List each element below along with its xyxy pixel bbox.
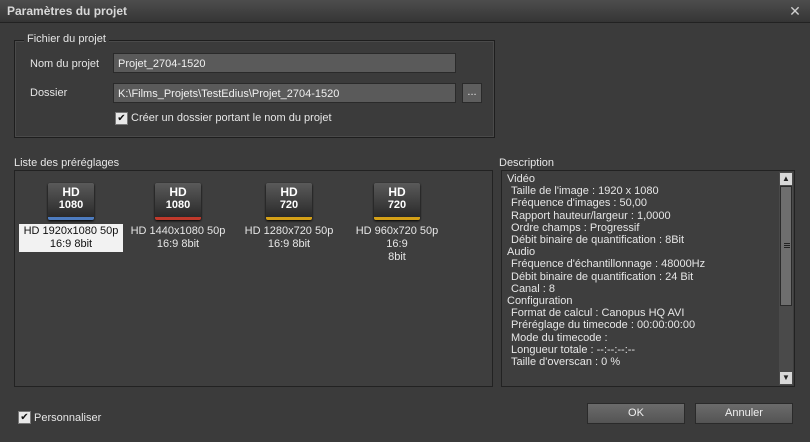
description-line: Taille de l'image : 1920 x 1080 xyxy=(511,185,659,198)
description-line: Mode du timecode : xyxy=(511,331,608,344)
cancel-button[interactable]: Annuler xyxy=(695,403,793,424)
preset-line1: HD 1280x720 50p xyxy=(244,225,334,237)
title-bar: Paramètres du projet ✕ xyxy=(0,0,810,23)
description-line: Fréquence d'images : 50,00 xyxy=(511,197,648,210)
description-line: Fréquence d'échantillonnage : 48000Hz xyxy=(511,258,706,271)
preset-line2: 16:9 8bit xyxy=(267,238,311,250)
badge-top: HD xyxy=(280,185,298,199)
project-file-legend: Fichier du projet xyxy=(24,33,109,45)
create-folder-checkbox[interactable]: ✔ xyxy=(115,112,128,125)
hd-badge-icon: HD 1080 xyxy=(155,183,201,220)
browse-button[interactable]: ... xyxy=(462,83,482,103)
description-line: Canal : 8 xyxy=(511,282,556,295)
badge-bottom: 1080 xyxy=(165,199,191,211)
preset-item[interactable]: HD 720 HD 960x720 50p 16:9 8bit xyxy=(343,183,451,265)
description-line: Configuration xyxy=(507,295,573,308)
description-line: Préréglage du timecode : 00:00:00:00 xyxy=(511,319,696,332)
hd-badge-icon: HD 720 xyxy=(266,183,312,220)
ok-button[interactable]: OK xyxy=(587,403,685,424)
description-line: Taille d'overscan : 0 % xyxy=(511,356,621,369)
description-text: Vidéo Taille de l'image : 1920 x 1080 Fréq… xyxy=(507,173,705,368)
badge-bottom: 720 xyxy=(279,199,299,211)
project-name-label: Nom du projet xyxy=(30,58,100,70)
badge-bottom: 1080 xyxy=(58,199,84,211)
description-scrollbar[interactable]: ▲ ▼ xyxy=(779,172,793,385)
badge-top: HD xyxy=(169,185,187,199)
presets-label: Liste des préréglages xyxy=(14,157,120,169)
project-name-input[interactable]: Projet_2704-1520 xyxy=(113,53,456,73)
preset-list[interactable]: HD 1080 HD 1920x1080 50p 16:9 8bit HD 1080 HD … xyxy=(14,170,493,387)
folder-input[interactable]: K:\Films_Projets\TestEdius\Projet_2704-1… xyxy=(113,83,456,103)
checkmark-icon: ✔ xyxy=(20,412,29,423)
arrow-down-icon[interactable]: ▼ xyxy=(780,372,792,384)
badge-top: HD xyxy=(62,185,80,199)
description-line: Format de calcul : Canopus HQ AVI xyxy=(511,307,685,320)
description-panel: Vidéo Taille de l'image : 1920 x 1080 Fréq… xyxy=(501,170,795,387)
description-label: Description xyxy=(499,157,555,169)
badge-bottom: 720 xyxy=(387,199,407,211)
preset-line1: HD 1440x1080 50p xyxy=(130,225,226,237)
customize-checkbox[interactable]: ✔ xyxy=(18,411,31,424)
preset-label: HD 960x720 50p 16:9 8bit xyxy=(343,224,451,265)
preset-item[interactable]: HD 1080 HD 1920x1080 50p 16:9 8bit xyxy=(17,183,125,252)
description-line: Ordre champs : Progressif xyxy=(511,221,640,234)
window-title: Paramètres du projet xyxy=(7,4,128,18)
customize-label: Personnaliser xyxy=(34,412,102,424)
scrollbar-thumb[interactable] xyxy=(780,186,792,306)
preset-line1: HD 960x720 50p 16:9 xyxy=(355,225,439,250)
preset-line1: HD 1920x1080 50p xyxy=(23,225,119,237)
badge-top: HD xyxy=(388,185,406,199)
checkmark-icon: ✔ xyxy=(117,113,126,124)
description-line: Longueur totale : --:--:--:-- xyxy=(511,343,636,356)
description-line: Vidéo xyxy=(507,173,535,185)
close-icon[interactable]: ✕ xyxy=(787,3,803,19)
description-line: Débit binaire de quantification : 24 Bit xyxy=(511,270,694,283)
hd-badge-icon: HD 720 xyxy=(374,183,420,220)
preset-label: HD 1440x1080 50p 16:9 8bit xyxy=(124,224,232,252)
preset-item[interactable]: HD 720 HD 1280x720 50p 16:9 8bit xyxy=(235,183,343,252)
preset-item[interactable]: HD 1080 HD 1440x1080 50p 16:9 8bit xyxy=(124,183,232,252)
arrow-up-icon[interactable]: ▲ xyxy=(780,173,792,185)
description-line: Audio xyxy=(507,246,536,259)
preset-line2: 16:9 8bit xyxy=(49,238,93,250)
preset-line2: 16:9 8bit xyxy=(156,238,200,250)
preset-label: HD 1280x720 50p 16:9 8bit xyxy=(235,224,343,252)
description-line: Débit binaire de quantification : 8Bit xyxy=(511,234,685,247)
folder-label: Dossier xyxy=(30,87,68,99)
hd-badge-icon: HD 1080 xyxy=(48,183,94,220)
description-line: Rapport hauteur/largeur : 1,0000 xyxy=(511,209,671,222)
preset-label: HD 1920x1080 50p 16:9 8bit xyxy=(19,224,123,252)
preset-line2: 8bit xyxy=(388,251,406,263)
create-folder-label: Créer un dossier portant le nom du proje… xyxy=(131,112,332,124)
